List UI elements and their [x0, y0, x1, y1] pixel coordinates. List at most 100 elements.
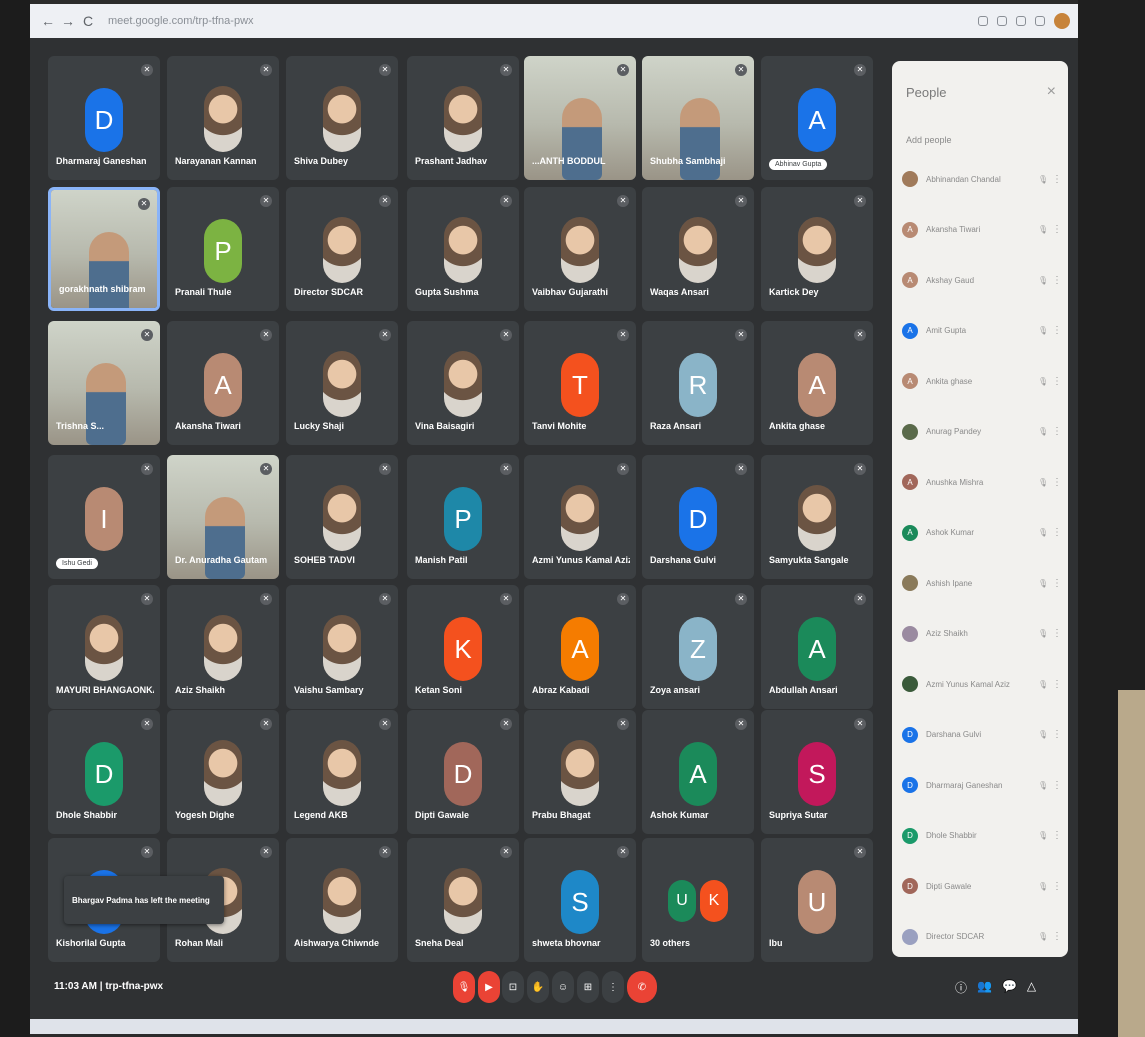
- people-list-item[interactable]: Azmi Yunus Kamal Aziz 🎙 ⋮: [902, 674, 1062, 694]
- participant-tile[interactable]: A ✕ Abhinav Gupta: [761, 56, 873, 180]
- emoji-button[interactable]: ☺: [552, 971, 574, 1003]
- participant-tile[interactable]: ✕ Samyukta Sangale: [761, 455, 873, 579]
- more-options-icon[interactable]: ⋮: [1052, 729, 1062, 740]
- people-list-item[interactable]: D Dipti Gawale 🎙 ⋮: [902, 876, 1062, 896]
- participant-tile[interactable]: ✕ Shiva Dubey: [286, 56, 398, 180]
- end-button[interactable]: ✆: [627, 971, 657, 1003]
- bookmark-icon[interactable]: [1016, 16, 1026, 26]
- participant-tile[interactable]: ✕ Waqas Ansari: [642, 187, 754, 311]
- participant-tile[interactable]: ✕ Dr. Anuradha Gautam: [167, 455, 279, 579]
- participant-tile[interactable]: ✕ Gupta Sushma: [407, 187, 519, 311]
- participant-tile[interactable]: ✕ Vaishu Sambary: [286, 585, 398, 709]
- more-options-icon[interactable]: ⋮: [1052, 477, 1062, 488]
- sidebar-icon[interactable]: [1035, 16, 1045, 26]
- more-options-icon[interactable]: ⋮: [1052, 527, 1062, 538]
- participant-tile[interactable]: ✕ Yogesh Dighe: [167, 710, 279, 834]
- profile-avatar[interactable]: [1054, 13, 1070, 29]
- participant-tile[interactable]: A ✕ Akansha Tiwari: [167, 321, 279, 445]
- participant-tile[interactable]: ✕ Sneha Deal: [407, 838, 519, 962]
- people-list-item[interactable]: Aziz Shaikh 🎙 ⋮: [902, 624, 1062, 644]
- more-options-icon[interactable]: ⋮: [1052, 426, 1062, 437]
- more-options-icon[interactable]: ⋮: [1052, 931, 1062, 942]
- people-list-item[interactable]: D Dhole Shabbir 🎙 ⋮: [902, 826, 1062, 846]
- more-options-icon[interactable]: ⋮: [1052, 679, 1062, 690]
- info-icon[interactable]: ⓘ: [955, 979, 967, 996]
- participant-tile[interactable]: ✕ Aziz Shaikh: [167, 585, 279, 709]
- people-list-item[interactable]: A Anushka Mishra 🎙 ⋮: [902, 472, 1062, 492]
- more-options-icon[interactable]: ⋮: [1052, 830, 1062, 841]
- participant-tile[interactable]: ✕ Vina Baisagiri: [407, 321, 519, 445]
- participant-tile[interactable]: Z ✕ Zoya ansari: [642, 585, 754, 709]
- participant-tile[interactable]: A ✕ Ankita ghase: [761, 321, 873, 445]
- more-button[interactable]: ⋮: [602, 971, 624, 1003]
- people-list-item[interactable]: Ashish Ipane 🎙 ⋮: [902, 573, 1062, 593]
- mic-button[interactable]: 🎙: [453, 971, 475, 1003]
- people-list-item[interactable]: Director SDCAR 🎙 ⋮: [902, 927, 1062, 947]
- people-list-item[interactable]: D Dharmaraj Ganeshan 🎙 ⋮: [902, 775, 1062, 795]
- participant-tile[interactable]: ✕ Aishwarya Chiwnde: [286, 838, 398, 962]
- participant-tile[interactable]: ✕ Director SDCAR: [286, 187, 398, 311]
- activities-icon[interactable]: △: [1027, 979, 1036, 996]
- participant-tile[interactable]: ✕ Azmi Yunus Kamal Aziz: [524, 455, 636, 579]
- share-icon[interactable]: [997, 16, 1007, 26]
- participant-tile[interactable]: ✕ Lucky Shaji: [286, 321, 398, 445]
- participant-tile[interactable]: P ✕ Pranali Thule: [167, 187, 279, 311]
- participant-tile[interactable]: ✕ Vaibhav Gujarathi: [524, 187, 636, 311]
- participant-tile[interactable]: U ✕ Ibu: [761, 838, 873, 962]
- participant-tile[interactable]: I ✕ Ishu Gedi: [48, 455, 160, 579]
- more-options-icon[interactable]: ⋮: [1052, 275, 1062, 286]
- cc-button[interactable]: ⊡: [502, 971, 524, 1003]
- participant-tile[interactable]: ✕ Shubha Sambhaji: [642, 56, 754, 180]
- raise-button[interactable]: ✋: [527, 971, 549, 1003]
- participant-tile[interactable]: S ✕ shweta bhovnar: [524, 838, 636, 962]
- participant-tile[interactable]: K ✕ Ketan Soni: [407, 585, 519, 709]
- extension-icon[interactable]: [978, 16, 988, 26]
- more-options-icon[interactable]: ⋮: [1052, 174, 1062, 185]
- participant-tile[interactable]: A ✕ Abraz Kabadi: [524, 585, 636, 709]
- forward-button[interactable]: →: [58, 13, 78, 29]
- more-options-icon[interactable]: ⋮: [1052, 325, 1062, 336]
- participant-tile[interactable]: U K 30 others: [642, 838, 754, 962]
- people-list-item[interactable]: A Amit Gupta 🎙 ⋮: [902, 321, 1062, 341]
- more-options-icon[interactable]: ⋮: [1052, 780, 1062, 791]
- people-icon[interactable]: 👥: [977, 979, 992, 996]
- participant-tile[interactable]: ✕ Narayanan Kannan: [167, 56, 279, 180]
- participant-tile[interactable]: ✕ MAYURI BHANGAONKAR: [48, 585, 160, 709]
- people-list-item[interactable]: A Ankita ghase 🎙 ⋮: [902, 371, 1062, 391]
- more-options-icon[interactable]: ⋮: [1052, 628, 1062, 639]
- participant-tile[interactable]: D ✕ Dharmaraj Ganeshan: [48, 56, 160, 180]
- people-list-item[interactable]: A Ashok Kumar 🎙 ⋮: [902, 523, 1062, 543]
- cam-button[interactable]: ▶: [478, 971, 500, 1003]
- participant-tile[interactable]: ✕ Trishna S...: [48, 321, 160, 445]
- close-icon[interactable]: ×: [1047, 83, 1056, 101]
- people-list-item[interactable]: A Akansha Tiwari 🎙 ⋮: [902, 220, 1062, 240]
- participant-tile[interactable]: A ✕ Abdullah Ansari: [761, 585, 873, 709]
- participant-tile[interactable]: S ✕ Supriya Sutar: [761, 710, 873, 834]
- participant-tile[interactable]: ✕ Kartick Dey: [761, 187, 873, 311]
- more-options-icon[interactable]: ⋮: [1052, 224, 1062, 235]
- participant-tile[interactable]: R ✕ Raza Ansari: [642, 321, 754, 445]
- more-options-icon[interactable]: ⋮: [1052, 376, 1062, 387]
- more-options-icon[interactable]: ⋮: [1052, 578, 1062, 589]
- people-list-item[interactable]: Anurag Pandey 🎙 ⋮: [902, 422, 1062, 442]
- participant-tile[interactable]: ✕ ...ANTH BODDUL: [524, 56, 636, 180]
- participant-tile[interactable]: ✕ gorakhnath shibram: [48, 187, 160, 311]
- people-list-item[interactable]: D Darshana Gulvi 🎙 ⋮: [902, 725, 1062, 745]
- participant-tile[interactable]: ✕ Legend AKB: [286, 710, 398, 834]
- chat-icon[interactable]: 💬: [1002, 979, 1017, 996]
- reload-button[interactable]: C: [78, 13, 98, 29]
- present-button[interactable]: ⊞: [577, 971, 599, 1003]
- people-list-item[interactable]: A Akshay Gaud 🎙 ⋮: [902, 270, 1062, 290]
- participant-tile[interactable]: ✕ Prabu Bhagat: [524, 710, 636, 834]
- people-list-item[interactable]: Abhinandan Chandal 🎙 ⋮: [902, 169, 1062, 189]
- participant-tile[interactable]: ✕ SOHEB TADVI: [286, 455, 398, 579]
- participant-tile[interactable]: P ✕ Manish Patil: [407, 455, 519, 579]
- participant-tile[interactable]: D ✕ Dipti Gawale: [407, 710, 519, 834]
- more-options-icon[interactable]: ⋮: [1052, 881, 1062, 892]
- participant-tile[interactable]: D ✕ Dhole Shabbir: [48, 710, 160, 834]
- participant-tile[interactable]: ✕ Prashant Jadhav: [407, 56, 519, 180]
- add-people-button[interactable]: Add people: [906, 135, 952, 145]
- address-bar[interactable]: meet.google.com/trp-tfna-pwx: [108, 15, 978, 27]
- participant-tile[interactable]: T ✕ Tanvi Mohite: [524, 321, 636, 445]
- participant-tile[interactable]: A ✕ Ashok Kumar: [642, 710, 754, 834]
